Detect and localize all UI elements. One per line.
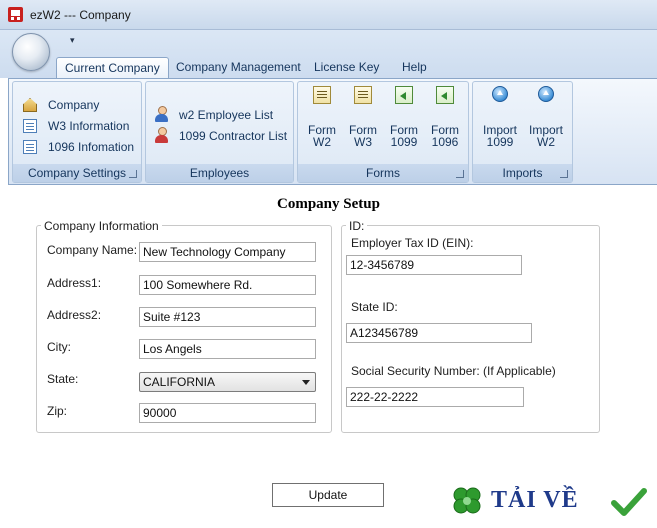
- group-employees: w2 Employee List 1099 Contractor List Em…: [145, 81, 294, 183]
- tab-current-company[interactable]: Current Company: [56, 57, 169, 79]
- form-w3-label-line2: W3: [354, 135, 372, 149]
- application-menu-orb[interactable]: [12, 33, 50, 71]
- group-label-company-settings: Company Settings: [13, 164, 141, 182]
- ein-field[interactable]: 12-3456789: [346, 255, 522, 275]
- company-name-label: Company Name:: [47, 243, 138, 257]
- address2-field[interactable]: Suite #123: [139, 307, 316, 327]
- group-company-settings: Company W3 Information 1096 Infomation C…: [12, 81, 142, 183]
- dialog-launcher-icon[interactable]: [560, 170, 568, 178]
- import-1099-icon: [492, 86, 508, 102]
- window-title: ezW2 --- Company: [30, 8, 131, 22]
- form-w2-label-line2: W2: [313, 135, 331, 149]
- form-1096-label-line2: 1096: [431, 135, 459, 149]
- form-w2-icon: [313, 86, 331, 104]
- ribbon-item-1099-contractor-list[interactable]: 1099 Contractor List: [179, 129, 287, 143]
- group-label-employees: Employees: [146, 164, 293, 182]
- ribbon-item-w2-employee-list[interactable]: w2 Employee List: [179, 108, 273, 122]
- form-1099-label-line2: 1099: [390, 135, 418, 149]
- tab-help[interactable]: Help: [394, 57, 435, 78]
- ribbon-item-1096-information[interactable]: 1096 Infomation: [48, 140, 134, 154]
- city-field[interactable]: Los Angels: [139, 339, 316, 359]
- ein-label: Employer Tax ID (EIN):: [351, 236, 474, 250]
- ribbon-item-company[interactable]: Company: [48, 98, 99, 112]
- zip-label: Zip:: [47, 404, 68, 418]
- document-icon: [23, 140, 37, 154]
- state-select[interactable]: CALIFORNIA: [139, 372, 316, 392]
- company-information-legend: Company Information: [41, 219, 162, 233]
- ssn-label: Social Security Number: (If Applicable): [351, 364, 556, 378]
- form-1096-icon: [436, 86, 454, 104]
- city-label: City:: [47, 340, 71, 354]
- import-w2-label-line2: W2: [537, 135, 555, 149]
- dialog-launcher-icon[interactable]: [456, 170, 464, 178]
- address2-label: Address2:: [47, 308, 102, 322]
- document-icon: [23, 119, 37, 133]
- quick-access-dropdown-icon[interactable]: ▾: [70, 35, 75, 46]
- ribbon-button-form-w2[interactable]: Form W2: [302, 124, 342, 148]
- tab-company-management[interactable]: Company Management: [168, 57, 309, 78]
- state-id-label: State ID:: [351, 300, 398, 314]
- house-icon: [23, 98, 37, 112]
- group-label-imports: Imports: [473, 164, 572, 182]
- tab-license-key[interactable]: License Key: [306, 57, 387, 78]
- ribbon-button-form-1096[interactable]: Form 1096: [425, 124, 465, 148]
- import-1099-label-line2: 1099: [486, 135, 514, 149]
- dialog-launcher-icon[interactable]: [129, 170, 137, 178]
- ssn-field[interactable]: 222-22-2222: [346, 387, 524, 407]
- state-select-value: CALIFORNIA: [143, 375, 216, 389]
- import-w2-icon: [538, 86, 554, 102]
- employee-person-icon: [154, 106, 168, 122]
- watermark-text: TẢI VỀ: [491, 487, 579, 513]
- group-label-forms: Forms: [298, 164, 468, 182]
- ribbon-panel: Company W3 Information 1096 Infomation C…: [8, 78, 657, 185]
- checkmark-icon: [611, 488, 647, 516]
- contractor-person-icon: [154, 127, 168, 143]
- chevron-down-icon: [302, 380, 310, 385]
- ribbon-button-import-w2[interactable]: Import W2: [524, 124, 568, 148]
- ribbon-button-form-1099[interactable]: Form 1099: [384, 124, 424, 148]
- state-label: State:: [47, 372, 79, 386]
- app-icon: [8, 7, 23, 22]
- clover-icon: [453, 487, 481, 514]
- id-legend: ID:: [346, 219, 368, 233]
- update-button[interactable]: Update: [272, 483, 384, 507]
- zip-field[interactable]: 90000: [139, 403, 316, 423]
- group-imports: Import 1099 Import W2 Imports: [472, 81, 573, 183]
- title-bar: ezW2 --- Company: [0, 0, 657, 30]
- address1-label: Address1:: [47, 276, 102, 290]
- ribbon-button-import-1099[interactable]: Import 1099: [478, 124, 522, 148]
- ribbon-item-w3-information[interactable]: W3 Information: [48, 119, 129, 133]
- group-forms: Form W2 Form W3 Form 1099 Form 1096 Form…: [297, 81, 469, 183]
- ribbon-button-form-w3[interactable]: Form W3: [343, 124, 383, 148]
- form-w3-icon: [354, 86, 372, 104]
- page-title: Company Setup: [277, 196, 380, 212]
- state-id-field[interactable]: A123456789: [346, 323, 532, 343]
- company-name-field[interactable]: New Technology Company: [139, 242, 316, 262]
- form-1099-icon: [395, 86, 413, 104]
- address1-field[interactable]: 100 Somewhere Rd.: [139, 275, 316, 295]
